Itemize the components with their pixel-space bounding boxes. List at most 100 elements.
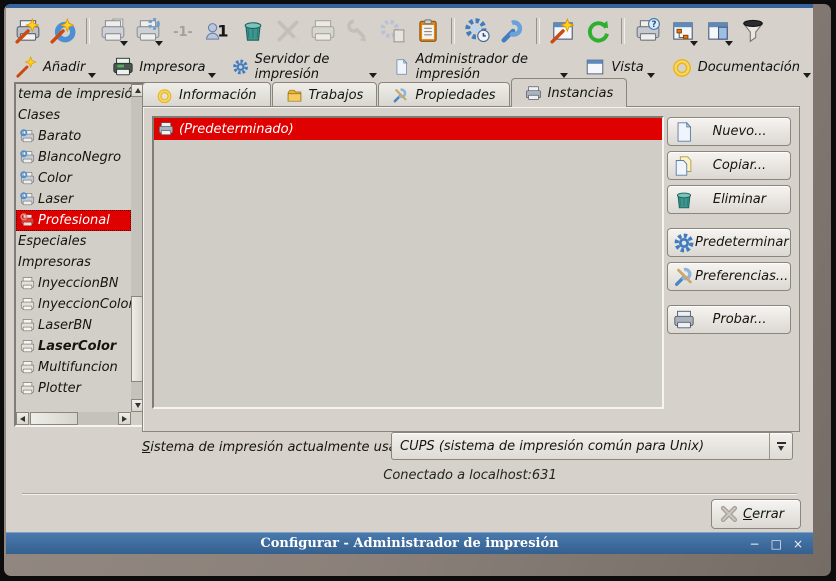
document-icon: [393, 56, 410, 78]
tab-propiedades[interactable]: Propiedades: [378, 82, 509, 107]
menu-documentation[interactable]: Documentación: [671, 56, 813, 78]
list-item-print-system[interactable]: tema de impresión: [16, 84, 131, 105]
copy-icon: [673, 155, 695, 177]
filter-button[interactable]: [737, 15, 769, 47]
close-x-icon: [719, 504, 739, 524]
printer-icon: [525, 85, 542, 102]
menu-print-server-label: Servidor de impresión: [255, 52, 367, 82]
tab-trabajos[interactable]: Trabajos: [272, 82, 378, 107]
list-item-label: LaserBN: [38, 318, 92, 333]
view-print-jobs-button[interactable]: [412, 15, 444, 47]
print-with-copies-button[interactable]: [97, 15, 129, 47]
set-default-instance-button[interactable]: Predeterminar: [667, 228, 791, 257]
list-item-laser[interactable]: Laser: [16, 189, 131, 210]
list-item-label: BlancoNegro: [38, 150, 121, 165]
list-item-inyeccionbn[interactable]: InyeccionBN: [16, 273, 131, 294]
button-label: errar: [752, 507, 784, 522]
copy-instance-button[interactable]: Copiar...: [667, 151, 791, 180]
tab-instancias-active[interactable]: Instancias: [511, 78, 628, 107]
window-icon: [584, 56, 606, 78]
close-dialog-button[interactable]: Cerrar: [711, 499, 801, 529]
test-printer-button[interactable]: [307, 15, 339, 47]
svg-text:?: ?: [651, 20, 656, 30]
list-item-label: Plotter: [38, 381, 81, 396]
list-item-label: Clases: [18, 108, 60, 123]
remove-printer-button[interactable]: [237, 15, 269, 47]
printer-class-red-icon: [20, 213, 35, 228]
trash-icon: [673, 189, 695, 211]
tab-informacion[interactable]: Información: [142, 82, 271, 107]
set-local-default-button[interactable]: -1-: [167, 15, 199, 47]
list-item-inyeccioncolor[interactable]: InyeccionColor: [16, 294, 131, 315]
list-item-color[interactable]: Color: [16, 168, 131, 189]
printer-state-button[interactable]: [132, 15, 164, 47]
add-printer-button[interactable]: [12, 15, 44, 47]
toolbar: -1- 1 ?: [12, 11, 769, 51]
toolbar-separator: [621, 18, 625, 44]
test-instance-button[interactable]: Probar...: [667, 305, 791, 334]
toolbar-separator: [536, 18, 540, 44]
menu-caret-icon: [88, 73, 96, 78]
menu-add[interactable]: Añadir: [16, 56, 98, 78]
add-special-printer-button[interactable]: [47, 15, 79, 47]
menu-view[interactable]: Vista: [584, 56, 656, 78]
horizontal-scrollbar[interactable]: [16, 412, 131, 425]
menu-caret-icon: [647, 73, 655, 78]
printer-tools-button[interactable]: [342, 15, 374, 47]
maximize-button[interactable]: □: [771, 537, 782, 551]
configure-server-button[interactable]: [497, 15, 529, 47]
list-item-laserbn[interactable]: LaserBN: [16, 315, 131, 336]
print-system-combobox[interactable]: CUPS (sistema de impresión común para Un…: [391, 432, 793, 460]
new-instance-button[interactable]: Nuevo...: [667, 117, 791, 146]
menu-add-label: Añadir: [43, 60, 85, 75]
toolbar-separator: [86, 18, 90, 44]
printer-icon: [20, 297, 35, 312]
list-item-especiales[interactable]: Especiales: [16, 231, 131, 252]
menu-printer[interactable]: Impresora: [112, 56, 218, 78]
list-item-label: Especiales: [18, 234, 86, 249]
separator-line: [22, 493, 797, 495]
scroll-left-button[interactable]: [16, 412, 29, 425]
remove-instance-button[interactable]: Eliminar: [667, 185, 791, 214]
view-layout-button[interactable]: [702, 15, 734, 47]
combobox-arrow-button[interactable]: [769, 433, 792, 459]
set-user-default-button[interactable]: 1: [202, 15, 234, 47]
scroll-right-button[interactable]: [118, 412, 131, 425]
refresh-button[interactable]: [582, 15, 614, 47]
printer-icon: [20, 360, 35, 375]
menu-caret-icon: [369, 73, 377, 78]
menu-print-server[interactable]: Servidor de impresión: [232, 52, 379, 82]
list-item-classes[interactable]: Clases: [16, 105, 131, 126]
list-item-lasercolor-default[interactable]: LaserColor: [16, 336, 131, 357]
button-label: Eliminar: [695, 192, 790, 207]
list-item-multifuncion[interactable]: Multifuncion: [16, 357, 131, 378]
list-item-barato[interactable]: Barato: [16, 126, 131, 147]
minimize-button[interactable]: −: [750, 537, 760, 551]
window-titlebar[interactable]: Configurar - Administrador de impresión …: [6, 532, 813, 554]
titlebar-buttons: − □ ×: [750, 533, 803, 554]
gear-clock-icon: [465, 18, 491, 44]
button-label: Preferencias...: [695, 269, 794, 284]
list-item-profesional-selected[interactable]: Profesional: [16, 210, 131, 231]
help-ring-icon: [156, 87, 173, 104]
list-item-label: LaserColor: [38, 339, 116, 354]
list-item-blanconegro[interactable]: BlancoNegro: [16, 147, 131, 168]
list-item-impresoras[interactable]: Impresoras: [16, 252, 131, 273]
view-mode-button[interactable]: [667, 15, 699, 47]
printer-information-button[interactable]: ?: [632, 15, 664, 47]
list-item-plotter[interactable]: Plotter: [16, 378, 131, 399]
instance-settings-button[interactable]: Preferencias...: [667, 262, 791, 291]
menu-caret-icon: [803, 73, 811, 78]
configure-manager-button[interactable]: [547, 15, 579, 47]
button-label: Copiar...: [695, 158, 790, 173]
gear-document-icon: [380, 18, 406, 44]
wrench-arrow-icon: [345, 18, 371, 44]
close-window-button[interactable]: ×: [793, 537, 803, 551]
printer-driver-button[interactable]: [377, 15, 409, 47]
horizontal-scroll-thumb[interactable]: [30, 412, 78, 425]
configure-printer-button[interactable]: [272, 15, 304, 47]
dropdown-arrow-icon: [120, 41, 128, 46]
instance-row-default-selected[interactable]: (Predeterminado): [154, 118, 662, 140]
restart-server-button[interactable]: [462, 15, 494, 47]
print-system-label: Sistema de impresión actualmente usado:: [142, 440, 417, 455]
